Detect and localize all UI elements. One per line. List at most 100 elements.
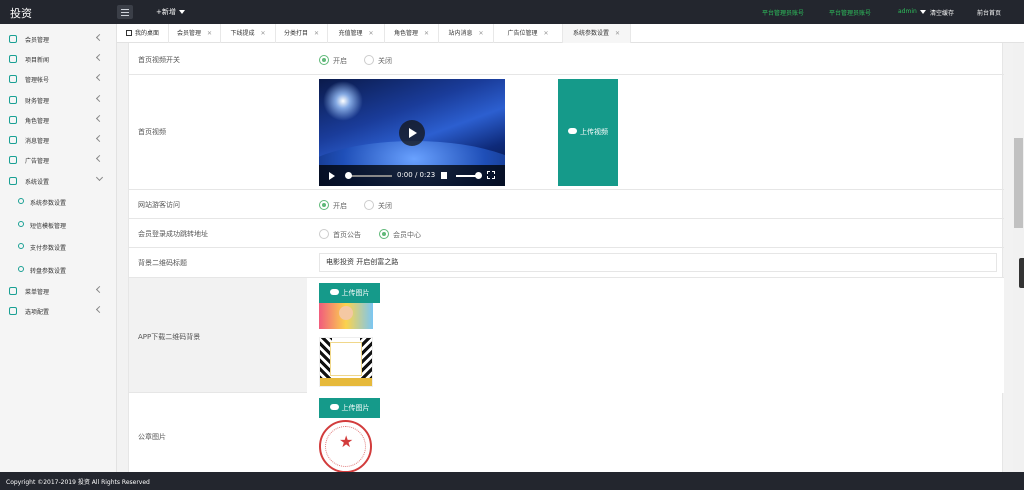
tab-ad-slots[interactable]: 广告位管理 ✕	[494, 24, 563, 43]
sidebar-subitem-payment-params[interactable]: 支付参数设置	[0, 237, 117, 257]
frontend-home-link[interactable]: 前台首页	[977, 8, 1001, 17]
sidebar-item-label: 角色管理	[25, 118, 50, 125]
tab-recharge[interactable]: 充值管理 ✕	[328, 24, 385, 43]
header-link-2[interactable]: 平台管理员账号	[829, 8, 871, 17]
tab-label: 系统参数设置	[572, 30, 609, 37]
upload-video-button[interactable]: 上传视频	[558, 79, 618, 186]
sidebar-item-label: 广告管理	[25, 158, 50, 165]
image-icon	[9, 156, 17, 164]
row-seal-image: 公章图片 上传图片 ★	[129, 393, 1004, 472]
tab-label: 充值管理	[338, 30, 363, 37]
upload-qr-bg-button[interactable]: 上传图片	[319, 283, 380, 303]
tab-downline[interactable]: 下线提成 ✕	[221, 24, 276, 43]
clear-cache-link[interactable]: 清空缓存	[930, 8, 954, 17]
close-icon[interactable]: ✕	[368, 24, 373, 43]
close-icon[interactable]: ✕	[424, 24, 429, 43]
user-icon	[9, 35, 17, 43]
close-icon[interactable]: ✕	[207, 24, 212, 43]
close-icon[interactable]: ✕	[543, 24, 548, 43]
star-icon: ★	[339, 432, 354, 451]
volume-knob[interactable]	[475, 172, 482, 179]
video-player[interactable]: 0:00 / 0:23	[319, 79, 505, 186]
radio-home-video-on[interactable]: 开启	[319, 55, 347, 66]
payment-icon	[18, 243, 24, 249]
chevron-left-icon	[95, 33, 104, 42]
copyright-text: Copyright ©2017-2019 投资 All Rights Reser…	[6, 479, 150, 486]
gear-icon	[18, 198, 24, 204]
radio-redirect-member-center[interactable]: 会员中心	[379, 229, 421, 240]
user-menu[interactable]: admin	[898, 8, 926, 15]
radio-label: 首页公告	[333, 231, 361, 239]
sidebar-item-options[interactable]: 选项配置	[0, 301, 117, 321]
app-logo[interactable]: 投资	[10, 5, 32, 21]
chevron-left-icon	[95, 154, 104, 163]
upload-seal-button[interactable]: 上传图片	[319, 398, 380, 418]
menu-toggle-button[interactable]	[117, 5, 133, 19]
play-button[interactable]	[399, 120, 425, 146]
thumbnail-frame	[330, 342, 362, 376]
qr-bg-thumbnail-1[interactable]	[319, 303, 373, 329]
tab-site-messages[interactable]: 站内消息 ✕	[439, 24, 494, 43]
header-link-1[interactable]: 平台管理员账号	[762, 8, 804, 17]
sidebar-subitem-system-params[interactable]: 系统参数设置	[0, 192, 117, 212]
sidebar-subitem-label: 转盘参数设置	[30, 268, 67, 275]
footer: Copyright ©2017-2019 投资 All Rights Reser…	[0, 472, 1024, 490]
options-icon	[9, 307, 17, 315]
sidebar-subitem-sms-templates[interactable]: 短信模板管理	[0, 215, 117, 235]
row-home-video: 首页视频 0:00 / 0:23 上传视频	[129, 75, 1004, 190]
radio-checked-icon	[379, 229, 389, 239]
progress-track[interactable]	[347, 175, 392, 177]
close-icon[interactable]: ✕	[478, 24, 483, 43]
sidebar-item-messages[interactable]: 消息管理	[0, 130, 117, 150]
play-icon[interactable]	[329, 172, 335, 180]
sidebar-item-finance[interactable]: 财务管理	[0, 90, 117, 110]
field-label: 公章图片	[138, 433, 166, 441]
chevron-left-icon	[95, 134, 104, 143]
sidebar-item-label: 消息管理	[25, 138, 50, 145]
scrollbar-thumb[interactable]	[1014, 138, 1023, 228]
sidebar-item-roles[interactable]: 角色管理	[0, 110, 117, 130]
qr-title-input[interactable]: 电影投资 开启创富之路	[319, 253, 997, 272]
finance-icon	[9, 96, 17, 104]
tab-desktop[interactable]: 我的桌面	[117, 24, 169, 43]
upload-label: 上传图片	[341, 289, 370, 297]
row-home-video-switch: 首页视频开关 开启 关闭	[129, 43, 1004, 75]
close-icon[interactable]: ✕	[260, 24, 265, 43]
video-glow	[323, 81, 363, 121]
progress-knob[interactable]	[345, 172, 352, 179]
sidebar-subitem-wheel-params[interactable]: 转盘参数设置	[0, 260, 117, 280]
close-icon[interactable]: ✕	[615, 24, 620, 43]
new-label: +新增	[156, 8, 176, 16]
sidebar-item-news[interactable]: 项目新闻	[0, 49, 117, 69]
tab-roles[interactable]: 角色管理 ✕	[385, 24, 439, 43]
volume-icon[interactable]	[441, 172, 447, 179]
chevron-left-icon	[95, 285, 104, 294]
seal-image[interactable]: ★	[319, 420, 372, 472]
new-dropdown[interactable]: +新增	[156, 7, 185, 17]
radio-label: 开启	[333, 57, 347, 65]
sidebar-item-members[interactable]: 会员管理	[0, 29, 117, 49]
tab-category[interactable]: 分类打目 ✕	[276, 24, 328, 43]
tab-label: 下线提成	[230, 30, 255, 37]
chevron-left-icon	[95, 53, 104, 62]
radio-redirect-announcement[interactable]: 首页公告	[319, 229, 361, 240]
side-handle[interactable]	[1019, 258, 1024, 288]
radio-home-video-off[interactable]: 关闭	[364, 55, 392, 66]
sidebar-item-accounts[interactable]: 管理帐号	[0, 69, 117, 89]
close-icon[interactable]: ✕	[314, 24, 319, 43]
radio-visitor-on[interactable]: 开启	[319, 200, 347, 211]
sidebar-item-ads[interactable]: 广告管理	[0, 150, 117, 170]
tab-system-params[interactable]: 系统参数设置 ✕	[563, 24, 631, 43]
upload-label: 上传视频	[580, 128, 608, 136]
field-label: 网站游客访问	[138, 201, 180, 209]
user-name: admin	[898, 8, 917, 15]
sidebar-item-settings[interactable]: 系统设置	[0, 171, 117, 191]
tab-label: 我的桌面	[134, 30, 159, 37]
radio-visitor-off[interactable]: 关闭	[364, 200, 392, 211]
sidebar-item-label: 管理帐号	[25, 77, 50, 84]
sidebar-item-menus[interactable]: 菜单管理	[0, 281, 117, 301]
tab-members[interactable]: 会员管理 ✕	[169, 24, 221, 43]
fullscreen-icon[interactable]	[487, 171, 495, 179]
news-icon	[9, 55, 17, 63]
qr-bg-thumbnail-2[interactable]	[319, 337, 373, 387]
